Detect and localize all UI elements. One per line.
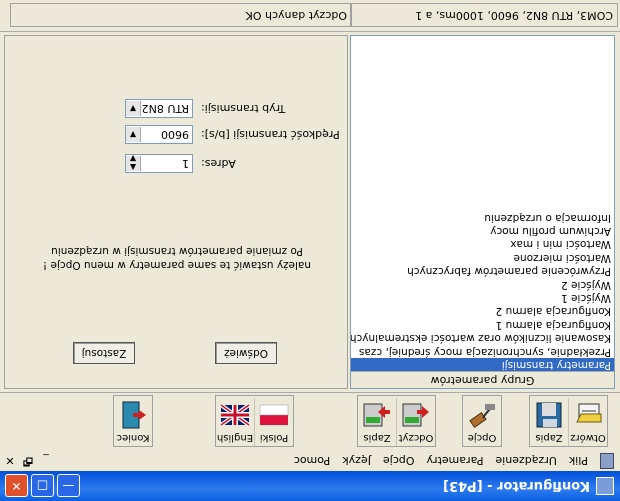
polish-button[interactable]: Polski <box>254 398 293 446</box>
options-group: Opcje <box>462 395 502 447</box>
language-group: Polski English <box>215 395 294 447</box>
mode-value: RTU 8N2 <box>141 102 189 115</box>
mode-row: Tryb transmisji: RTU 8N2 ▼ <box>125 99 347 118</box>
list-item[interactable]: Wartości mierzone <box>351 250 614 264</box>
speed-value: 9600 <box>161 128 189 141</box>
mdi-close-button[interactable]: ✕ <box>2 455 18 468</box>
write-button[interactable]: Zapis <box>358 398 396 446</box>
save-file-label: Zapis <box>535 432 563 443</box>
title-bar[interactable]: Konfigurator - [P43] — □ ✕ <box>0 471 620 501</box>
file-group: Otwórz Zapis <box>529 395 608 447</box>
status-bar: COM3, RTU 8N2, 9600, 1000ms, a 1 Odczyt … <box>0 0 620 32</box>
list-item[interactable]: Parametry transmisji <box>351 357 614 371</box>
uk-flag-icon <box>220 403 250 427</box>
mdi-restore-button[interactable]: 🗗 <box>20 452 36 471</box>
chevron-down-icon[interactable]: ▼ <box>126 127 141 142</box>
english-button[interactable]: English <box>216 398 254 446</box>
list-item[interactable]: Kasowanie liczników oraz wartości ekstre… <box>351 331 614 344</box>
list-item[interactable]: Wyjście 1 <box>351 291 614 304</box>
list-item[interactable]: Archiwum profilu mocy <box>351 224 614 237</box>
english-label: English <box>216 432 254 443</box>
chevron-down-icon[interactable]: ▼ <box>126 101 141 116</box>
speed-select[interactable]: 9600 ▼ <box>125 125 193 144</box>
connection-status: COM3, RTU 8N2, 9600, 1000ms, a 1 <box>350 3 618 27</box>
read-button[interactable]: Odczyt <box>396 398 435 446</box>
floppy-disk-icon <box>536 402 562 428</box>
speed-row: Prędkość transmisji [b/s]: 9600 ▼ <box>125 125 347 144</box>
poland-flag-icon <box>259 404 289 425</box>
message-status: Odczyt danych OK <box>10 3 352 27</box>
read-device-icon <box>402 403 429 427</box>
maximize-button[interactable]: □ <box>31 474 54 498</box>
menu-bar: Plik Urządzenie Parametry Opcje Język Po… <box>0 450 620 471</box>
list-item[interactable]: Przywrócenie parametrów fabrycznych <box>351 264 614 277</box>
address-label: Adres: <box>201 157 236 170</box>
transmission-note-line1: Po zmianie parametrów transmisji w urząd… <box>51 245 303 257</box>
open-folder-icon <box>576 403 602 423</box>
list-item[interactable]: Wyjście 2 <box>351 277 614 291</box>
exit-door-icon <box>122 401 146 429</box>
menu-file[interactable]: Plik <box>569 455 588 468</box>
save-file-button[interactable]: Zapis <box>530 398 568 446</box>
app-window: Konfigurator - [P43] — □ ✕ Plik Urządzen… <box>0 0 620 501</box>
apply-button[interactable]: Zastosuj <box>73 342 135 364</box>
address-row: Adres: 1 ▲ ▼ <box>125 154 347 173</box>
parameter-groups-header: Grupy parametrów <box>351 371 614 388</box>
write-label: Zapis <box>363 432 391 443</box>
device-group: Odczyt Zapis <box>357 395 436 447</box>
address-stepper[interactable]: 1 ▲ ▼ <box>125 154 193 173</box>
list-item[interactable]: Konfiguracja alarmu 1 <box>351 317 614 331</box>
list-item[interactable]: Wartości min i max <box>351 237 614 250</box>
transmission-panel: Adres: 1 ▲ ▼ Prędkość transmisji [b/s]: 9… <box>4 35 348 389</box>
app-icon <box>596 477 614 495</box>
list-item[interactable]: Informacja o urządzeniu <box>351 210 614 224</box>
refresh-button[interactable]: Odśwież <box>215 342 277 364</box>
read-label: Odczyt <box>398 432 434 443</box>
mode-select[interactable]: RTU 8N2 ▼ <box>125 99 193 118</box>
document-icon[interactable] <box>600 453 614 469</box>
menu-parameters[interactable]: Parametry <box>426 455 483 468</box>
speed-label: Prędkość transmisji [b/s]: <box>201 128 340 141</box>
options-label: Opcje <box>467 432 497 443</box>
menu-language[interactable]: Język <box>342 455 371 468</box>
parameter-groups-panel: Grupy parametrów Parametry transmisji Pr… <box>350 35 615 389</box>
list-item[interactable]: Konfiguracja alarmu 2 <box>351 304 614 317</box>
menu-device[interactable]: Urządzenie <box>495 455 556 468</box>
address-value: 1 <box>182 157 189 170</box>
exit-button[interactable]: Koniec <box>114 398 152 446</box>
toolbar: Otwórz Zapis Opcje Odczyt Zapis Polski E… <box>0 392 620 451</box>
options-button[interactable]: Opcje <box>463 398 501 446</box>
menu-help[interactable]: Pomoc <box>294 455 330 468</box>
close-button[interactable]: ✕ <box>5 474 28 498</box>
stepper-arrows-icon[interactable]: ▲ ▼ <box>126 155 141 173</box>
menu-options[interactable]: Opcje <box>383 455 415 468</box>
list-item[interactable]: Przekładnie, synchronizacja mocy średnie… <box>351 344 614 358</box>
minimize-button[interactable]: — <box>57 474 80 498</box>
exit-label: Koniec <box>116 432 150 443</box>
transmission-note-line2: należy ustawić te same parametry w menu … <box>42 259 312 271</box>
open-label: Otwórz <box>570 432 606 443</box>
exit-group: Koniec <box>113 395 153 447</box>
cable-plug-icon <box>469 404 495 428</box>
polish-label: Polski <box>259 432 289 443</box>
window-title: Konfigurator - [P43] <box>443 478 590 494</box>
open-button[interactable]: Otwórz <box>568 398 607 446</box>
mdi-minimize-button[interactable]: _ <box>38 455 54 468</box>
write-device-icon <box>363 403 390 427</box>
mode-label: Tryb transmisji: <box>201 102 286 115</box>
